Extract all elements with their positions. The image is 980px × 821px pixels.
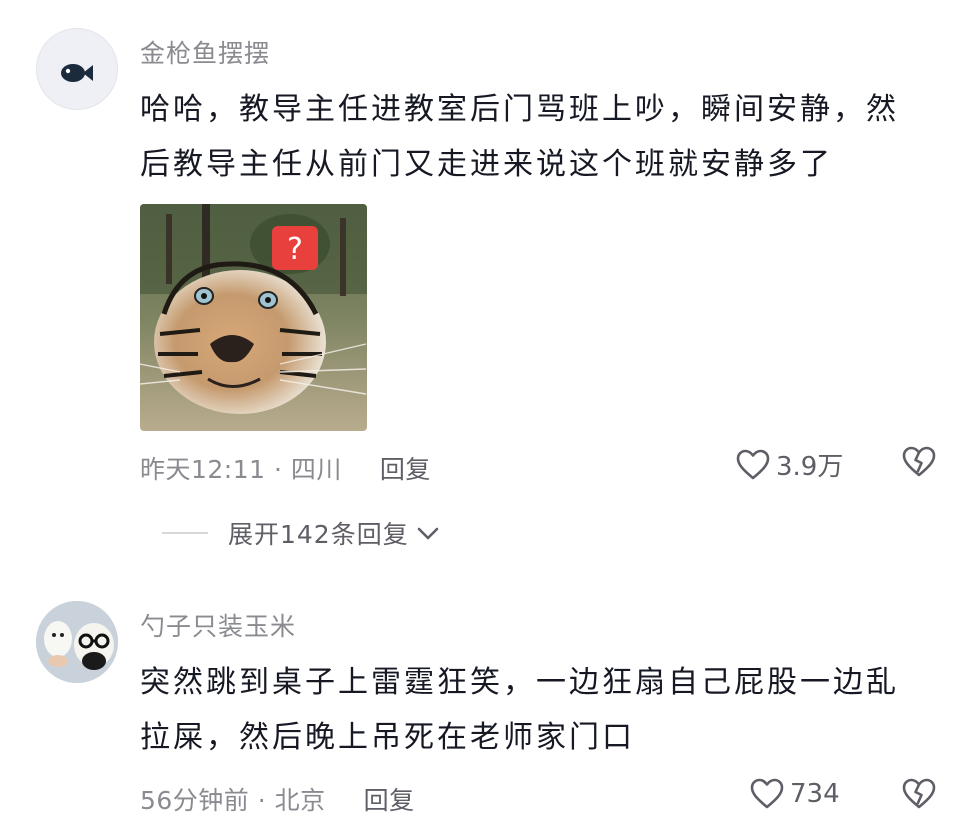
time-location: 56分钟前 · 北京 xyxy=(140,786,326,815)
comment-text-line: 后教导主任从前门又走进来说这个班就安静多了 xyxy=(140,147,833,182)
fish-avatar-icon xyxy=(61,64,93,82)
comment-text-line: 拉屎，然后晚上吊死在老师家门口 xyxy=(140,720,635,755)
comment-text: 哈哈，教导主任进教室后门骂班上吵，瞬间安静，然 后教导主任从前门又走进来说这个班… xyxy=(140,82,930,192)
like-button[interactable]: 734 xyxy=(750,778,840,810)
avatar-2[interactable] xyxy=(36,601,118,683)
comment-meta: 56分钟前 · 北京 回复 xyxy=(140,781,415,817)
comment-text-line: 突然跳到桌子上雷霆狂笑，一边狂扇自己屁股一边乱 xyxy=(140,665,899,700)
dislike-button[interactable] xyxy=(902,778,936,814)
heart-icon xyxy=(736,449,770,479)
like-count: 3.9万 xyxy=(776,452,844,482)
tiger-sticker-image[interactable]: ? xyxy=(140,204,367,431)
dislike-button[interactable] xyxy=(902,446,936,482)
heart-icon xyxy=(750,778,784,809)
broken-heart-icon xyxy=(902,778,936,809)
time-location: 昨天12:11 · 四川 xyxy=(140,455,342,484)
comment-text: 突然跳到桌子上雷霆狂笑，一边狂扇自己屁股一边乱 拉屎，然后晚上吊死在老师家门口 xyxy=(140,655,930,765)
reply-button[interactable]: 回复 xyxy=(364,781,415,817)
username[interactable]: 金枪鱼摆摆 xyxy=(140,34,270,70)
chevron-down-icon xyxy=(417,527,439,540)
expand-replies-button[interactable]: 展开142条回复 xyxy=(162,515,441,551)
broken-heart-icon xyxy=(902,446,936,477)
username[interactable]: 勺子只装玉米 xyxy=(140,607,296,643)
like-button[interactable]: 3.9万 xyxy=(736,446,843,483)
comment-meta: 昨天12:11 · 四川 回复 xyxy=(140,450,431,486)
divider-line xyxy=(162,532,208,534)
like-count: 734 xyxy=(790,779,840,809)
reply-button[interactable]: 回复 xyxy=(380,450,431,486)
comment-text-line: 哈哈，教导主任进教室后门骂班上吵，瞬间安静，然 xyxy=(140,92,899,127)
expand-replies-label: 展开142条回复 xyxy=(228,520,409,549)
question-badge: ? xyxy=(287,232,303,267)
avatar-1[interactable] xyxy=(36,28,118,110)
